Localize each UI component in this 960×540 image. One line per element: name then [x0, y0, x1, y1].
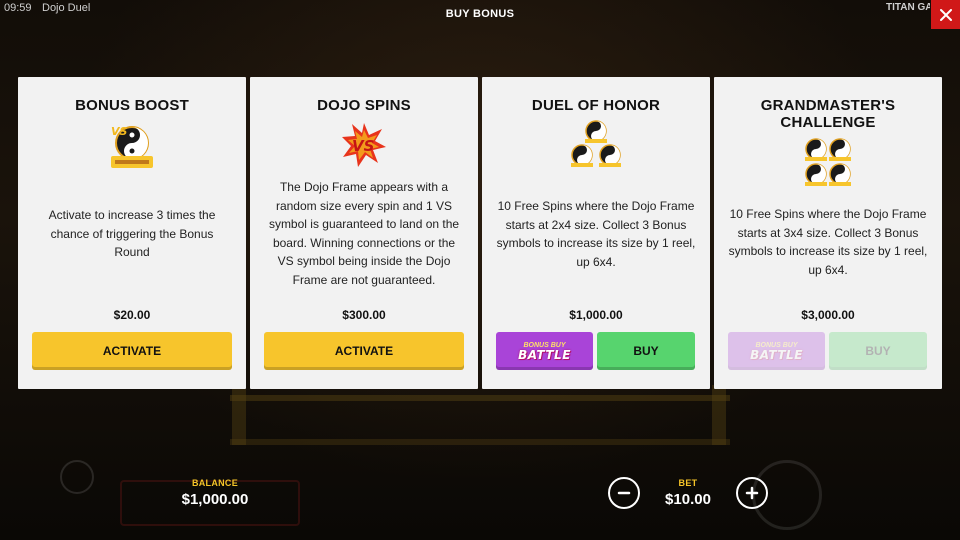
card-price: $20.00	[113, 308, 151, 322]
decrease-bet-button[interactable]	[608, 477, 640, 509]
activate-button[interactable]: ACTIVATE	[32, 332, 232, 370]
card-title: BONUS BOOST	[75, 97, 189, 114]
card-price: $3,000.00	[801, 308, 855, 322]
bonus-card-bonus-boost: BONUS BOOST VS Activate to increase 3 ti…	[18, 77, 246, 389]
bonus-buy-battle-button[interactable]: BONUS BUY BATTLE	[496, 332, 593, 370]
buy-button[interactable]: BUY	[829, 332, 927, 370]
brand-name: TITAN GA	[886, 2, 930, 13]
bonus-buy-battle-logo: BONUS BUY BATTLE	[518, 342, 571, 361]
activate-button[interactable]: ACTIVATE	[264, 332, 464, 370]
card-title: GRANDMASTER'S CHALLENGE	[760, 97, 896, 131]
bet-value: $10.00	[665, 491, 711, 508]
top-bar: 09:59 Dojo Duel BUY BONUS TITAN GA	[0, 0, 960, 29]
four-yin-yang-icon	[801, 135, 855, 194]
screen-title: BUY BONUS	[445, 8, 515, 20]
bonus-card-duel-of-honor: DUEL OF HONOR 10 Free Spins where the Do…	[482, 77, 710, 389]
card-price: $300.00	[342, 308, 386, 322]
bonus-card-grandmasters-challenge: GRANDMASTER'S CHALLENGE 10 Free Spins wh…	[714, 77, 942, 389]
minus-icon	[617, 491, 631, 495]
card-description: 10 Free Spins where the Dojo Frame start…	[728, 207, 928, 277]
card-description: The Dojo Frame appears with a random siz…	[268, 180, 460, 287]
info-icon-background	[60, 460, 94, 494]
card-price: $1,000.00	[569, 308, 623, 322]
frame-post-right	[712, 385, 726, 445]
bonus-buy-battle-button[interactable]: BONUS BUY BATTLE	[728, 332, 825, 370]
battle-logo-big-text: BATTLE	[750, 347, 803, 362]
close-button[interactable]	[931, 0, 960, 29]
bonus-card-dojo-spins: DOJO SPINS VS The Dojo Frame appears wit…	[250, 77, 478, 389]
card-title: DUEL OF HONOR	[531, 97, 661, 114]
three-yin-yang-icon	[569, 119, 623, 174]
plus-icon	[745, 486, 759, 500]
bonus-buy-battle-logo: BONUS BUY BATTLE	[750, 342, 803, 361]
svg-text:VS: VS	[111, 125, 128, 138]
frame-post-left	[232, 385, 246, 445]
buy-button[interactable]: BUY	[597, 332, 695, 370]
card-description: 10 Free Spins where the Dojo Frame start…	[496, 199, 696, 269]
close-icon	[939, 8, 952, 21]
increase-bet-button[interactable]	[736, 477, 768, 509]
balance-value: $1,000.00	[181, 491, 249, 508]
card-title: DOJO SPINS	[317, 97, 411, 114]
vs-bonus-icon: VS	[105, 121, 159, 176]
vs-burst-icon: VS	[340, 121, 388, 174]
bet-label: BET	[678, 478, 698, 488]
card-description: Activate to increase 3 times the chance …	[48, 208, 216, 259]
balance-label: BALANCE	[191, 478, 239, 488]
battle-logo-big-text: BATTLE	[518, 347, 571, 362]
svg-text:VS: VS	[352, 137, 374, 155]
dojo-frame-background	[230, 395, 730, 445]
